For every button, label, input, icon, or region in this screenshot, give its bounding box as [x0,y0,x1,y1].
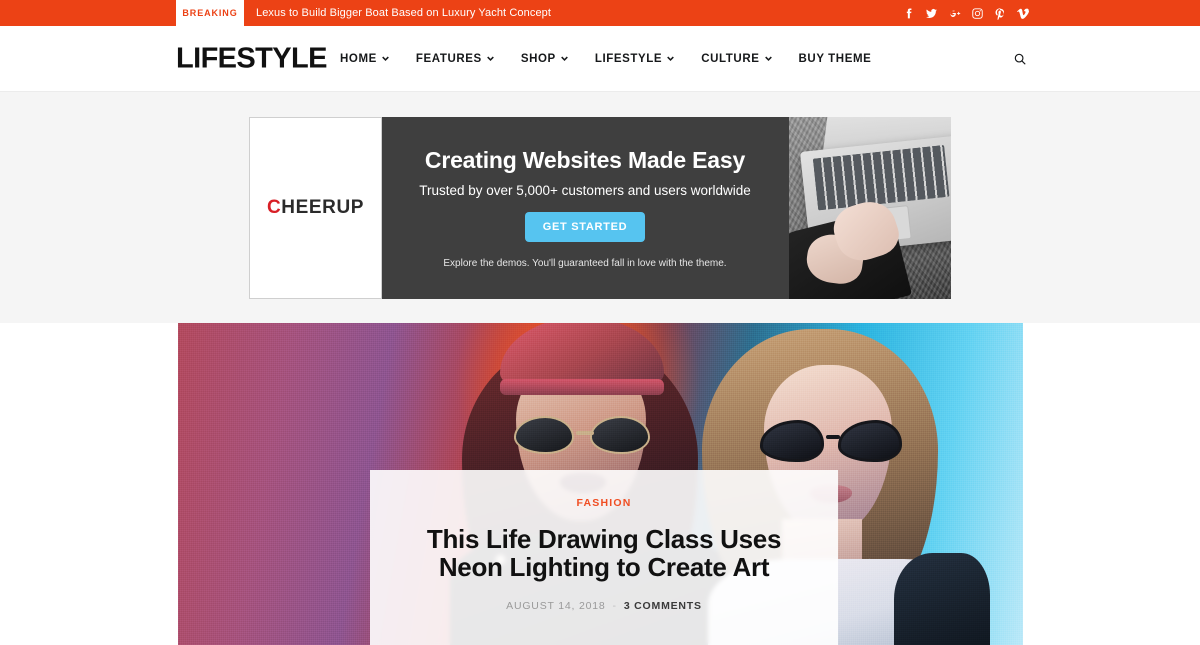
logo-accent-letter: C [266,196,282,218]
instagram-icon[interactable] [971,7,984,20]
meta-separator: - [612,599,617,612]
vimeo-icon[interactable] [1017,7,1030,20]
hero-comments-link[interactable]: 3 COMMENTS [624,600,702,612]
nav-label: CULTURE [701,52,760,65]
search-icon[interactable] [1010,49,1030,69]
site-logo[interactable]: LIFESTYLE [176,42,327,75]
google-plus-icon[interactable] [948,7,961,20]
twitter-icon[interactable] [925,7,938,20]
chevron-down-icon [667,55,675,62]
main-navigation: HOME FEATURES SHOP LIFESTYLE CULTURE BUY… [340,53,871,65]
promo-logo-panel: CHEERUP [249,116,382,299]
breaking-headline-link[interactable]: Lexus to Build Bigger Boat Based on Luxu… [256,0,551,26]
breaking-label: BREAKING [176,0,244,26]
nav-item-shop[interactable]: SHOP [521,53,568,65]
nav-label: HOME [340,52,377,65]
promo-note: Explore the demos. You'll guaranteed fal… [443,257,727,269]
nav-item-culture[interactable]: CULTURE [701,52,772,65]
promo-title: Creating Websites Made Easy [424,146,746,173]
facebook-icon[interactable] [902,7,915,20]
chevron-down-icon [382,55,389,62]
hero-meta: AUGUST 14, 2018 - 3 COMMENTS [506,600,702,612]
nav-label: LIFESTYLE [594,52,663,65]
nav-item-lifestyle[interactable]: LIFESTYLE [594,52,675,65]
hero-title-link[interactable]: This Life Drawing Class Uses Neon Lighti… [394,525,814,582]
promo-band: CHEERUP Creating Websites Made Easy Trus… [0,92,1200,323]
logo-rest: HEERUP [281,196,365,218]
nav-label: SHOP [520,52,556,65]
get-started-button[interactable]: GET STARTED [524,211,646,242]
hero-content-card: FASHION This Life Drawing Class Uses Neo… [370,470,838,645]
promo-laptop-photo [789,116,951,299]
nav-label: BUY THEME [798,52,872,65]
hero-date: AUGUST 14, 2018 [506,599,606,612]
cheerup-logo: CHEERUP [267,197,364,219]
chevron-down-icon [560,55,568,62]
nav-item-buy-theme[interactable]: BUY THEME [799,53,872,65]
chevron-down-icon [486,55,494,62]
nav-item-home[interactable]: HOME [340,53,389,65]
breaking-news-bar: BREAKING Lexus to Build Bigger Boat Base… [0,0,1200,26]
hero-category-link[interactable]: FASHION [576,497,631,509]
chevron-down-icon [764,55,772,62]
social-links [902,0,1030,26]
nav-label: FEATURES [415,52,482,65]
promo-banner[interactable]: CHEERUP Creating Websites Made Easy Trus… [249,116,951,299]
site-header: LIFESTYLE HOME FEATURES SHOP LIFESTYLE C… [0,26,1200,92]
hero-featured-post[interactable]: FASHION This Life Drawing Class Uses Neo… [178,323,1023,645]
hero-band: FASHION This Life Drawing Class Uses Neo… [0,323,1200,645]
promo-subtitle: Trusted by over 5,000+ customers and use… [419,182,751,198]
pinterest-icon[interactable] [994,7,1007,20]
nav-item-features[interactable]: FEATURES [416,53,494,65]
